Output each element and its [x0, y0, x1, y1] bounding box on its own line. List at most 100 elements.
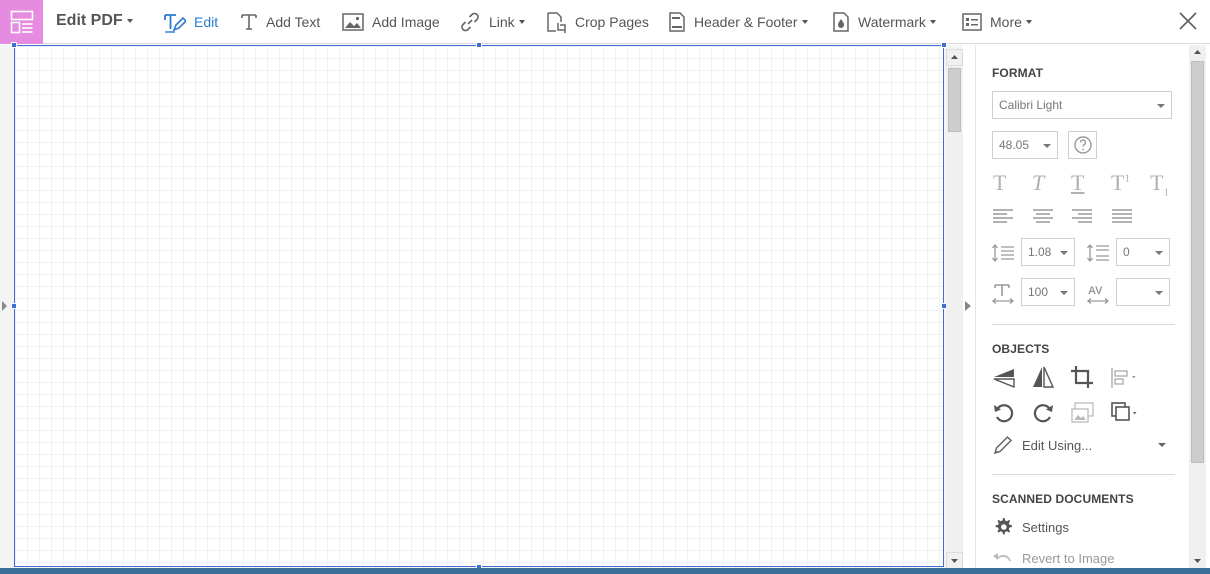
close-icon — [1179, 12, 1197, 30]
window-bottom-edge — [0, 568, 1210, 574]
line-spacing-select[interactable]: 1.08 — [1021, 238, 1075, 266]
character-spacing-select[interactable] — [1116, 278, 1170, 306]
watermark-menu[interactable]: Watermark — [832, 0, 936, 44]
add-text-button[interactable]: Add Text — [240, 0, 320, 44]
line-spacing-value: 1.08 — [1028, 245, 1052, 259]
arrow-down-icon — [951, 559, 958, 563]
edit-pdf-title: Edit PDF — [56, 12, 123, 29]
scroll-down-button[interactable] — [946, 552, 963, 569]
layout-icon — [10, 10, 33, 34]
more-label: More — [990, 14, 1022, 30]
link-icon — [461, 12, 479, 32]
more-icon — [962, 13, 982, 31]
align-right-icon[interactable] — [1072, 209, 1092, 223]
resize-handle-top[interactable] — [476, 42, 482, 48]
arrange-objects-icon[interactable] — [1110, 401, 1140, 425]
add-text-label: Add Text — [266, 14, 321, 30]
chevron-down-icon — [1157, 104, 1165, 108]
font-family-value: Calibri Light — [999, 98, 1063, 112]
font-size-value: 48.05 — [999, 138, 1030, 152]
divider — [992, 474, 1175, 475]
edit-pdf-tool-icon[interactable] — [0, 0, 43, 44]
expand-left-pane-icon[interactable] — [2, 301, 7, 311]
paragraph-spacing-select[interactable]: 0 — [1116, 238, 1170, 266]
format-panel: FORMAT Calibri Light 48.05 T T T T1 T1 1… — [975, 45, 1188, 568]
objects-section-title: OBJECTS — [992, 342, 1050, 356]
panel-scrollbar[interactable] — [1189, 45, 1206, 568]
chevron-down-icon — [929, 20, 936, 24]
align-left-icon[interactable] — [993, 209, 1013, 223]
paragraph-spacing-icon — [1087, 243, 1109, 263]
image-icon — [342, 13, 364, 31]
divider — [992, 324, 1175, 325]
page-text-box-selected[interactable] — [14, 45, 944, 567]
horizontal-scaling-value: 100 — [1028, 285, 1049, 299]
toolbar: Edit PDF Edit Add Text Add Image Link Cr… — [0, 0, 1210, 44]
replace-image-icon[interactable] — [1070, 401, 1096, 425]
subscript-icon[interactable]: T1 — [1150, 170, 1169, 198]
watermark-icon — [833, 12, 849, 32]
link-label: Link — [489, 14, 515, 30]
link-menu[interactable]: Link — [459, 0, 525, 44]
line-spacing-icon — [992, 243, 1014, 263]
more-menu[interactable]: More — [962, 0, 1032, 44]
revert-to-image-button[interactable]: Revert to Image — [992, 547, 1115, 569]
arrow-up-icon — [1194, 50, 1201, 54]
paragraph-spacing-value: 0 — [1123, 245, 1130, 259]
edit-using-menu[interactable]: Edit Using... — [992, 434, 1175, 456]
collapse-right-pane-icon[interactable] — [965, 301, 971, 311]
resize-handle-left[interactable] — [11, 303, 17, 309]
scroll-thumb[interactable] — [948, 68, 961, 132]
edit-label: Edit — [194, 14, 219, 30]
scroll-up-button[interactable] — [946, 49, 963, 66]
crop-pages-button[interactable]: Crop Pages — [545, 0, 649, 44]
add-image-button[interactable]: Add Image — [342, 0, 440, 44]
horizontal-scaling-select[interactable]: 100 — [1021, 278, 1075, 306]
align-center-icon[interactable] — [1033, 209, 1053, 223]
align-objects-icon[interactable] — [1110, 367, 1140, 389]
format-section-title: FORMAT — [992, 66, 1044, 80]
chevron-down-icon — [1060, 251, 1068, 255]
font-family-select[interactable]: Calibri Light — [992, 91, 1172, 119]
crop-icon[interactable] — [1070, 365, 1094, 389]
italic-icon[interactable]: T — [1032, 170, 1044, 196]
scroll-thumb[interactable] — [1191, 61, 1204, 463]
superscript-icon[interactable]: T1 — [1111, 170, 1130, 196]
chevron-down-icon — [1060, 291, 1068, 295]
rotate-clockwise-icon[interactable] — [1031, 401, 1055, 425]
help-button[interactable] — [1068, 131, 1097, 159]
crop-pages-label: Crop Pages — [575, 14, 649, 30]
bold-icon[interactable]: T — [993, 170, 1006, 196]
rotate-counterclockwise-icon[interactable] — [992, 401, 1016, 425]
font-size-select[interactable]: 48.05 — [992, 131, 1058, 159]
scroll-down-button[interactable] — [1189, 554, 1206, 568]
chevron-down-icon — [1155, 291, 1163, 295]
chevron-down-icon — [1155, 251, 1163, 255]
header-footer-menu[interactable]: Header & Footer — [668, 0, 808, 44]
resize-handle-top-right[interactable] — [941, 42, 947, 48]
flip-horizontal-icon[interactable] — [1031, 365, 1055, 389]
close-button[interactable] — [1177, 10, 1199, 32]
chevron-down-icon — [1158, 443, 1166, 447]
scanned-documents-section-title: SCANNED DOCUMENTS — [992, 492, 1134, 506]
edit-using-label: Edit Using... — [1022, 437, 1093, 453]
add-image-label: Add Image — [372, 14, 440, 30]
text-icon — [241, 14, 257, 30]
header-footer-label: Header & Footer — [694, 14, 798, 30]
justify-icon[interactable] — [1112, 209, 1132, 223]
gear-icon — [995, 518, 1012, 535]
flip-vertical-icon[interactable] — [992, 367, 1016, 389]
edit-pdf-menu[interactable]: Edit PDF — [56, 12, 133, 30]
arrow-down-icon — [1194, 559, 1201, 563]
chevron-down-icon — [126, 19, 133, 23]
ocr-settings-button[interactable]: Settings — [992, 516, 1069, 538]
svg-text:AV: AV — [1088, 285, 1103, 297]
document-scrollbar[interactable] — [946, 49, 963, 569]
character-spacing-icon: AV — [1086, 285, 1110, 304]
chevron-down-icon — [801, 20, 808, 24]
scroll-up-button[interactable] — [1189, 45, 1206, 59]
resize-handle-top-left[interactable] — [11, 42, 17, 48]
underline-icon[interactable]: T — [1071, 170, 1084, 196]
horizontal-scaling-icon — [991, 284, 1015, 304]
edit-button[interactable]: Edit — [162, 0, 218, 44]
